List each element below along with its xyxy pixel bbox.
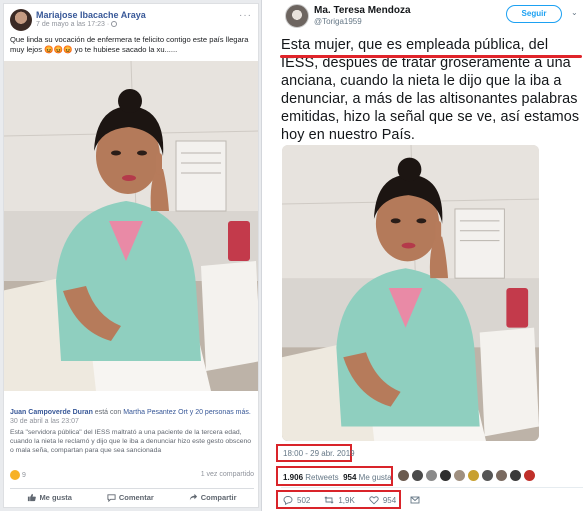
tweet-stats: 1.906 Retweets 954 Me gusta: [283, 473, 392, 482]
avatar[interactable]: [509, 469, 522, 482]
more-options-icon[interactable]: ···: [239, 10, 252, 21]
twitter-screenshot: Ma. Teresa Mendoza @Toriga1959 Seguir ⌄ …: [263, 0, 588, 511]
globe-icon: [111, 21, 118, 27]
avatar[interactable]: [495, 469, 508, 482]
avatar[interactable]: [397, 469, 410, 482]
retweets-label: Retweets: [305, 473, 339, 482]
retweets-count[interactable]: 1.906: [283, 473, 303, 482]
tagged-people[interactable]: Martha Pesantez Ort y 20 personas más.: [123, 409, 251, 416]
post-text: Que linda su vocación de enfermera te fe…: [10, 35, 249, 54]
retweet-icon: [324, 496, 334, 504]
comment-icon: [107, 494, 116, 502]
avatar[interactable]: [523, 469, 536, 482]
like-icon: [28, 493, 37, 502]
post-timestamp[interactable]: 7 de mayo a las 17:23 ·: [36, 21, 118, 28]
direct-message-button[interactable]: [410, 495, 420, 505]
tweet-text: Esta mujer, que es empleada pública, del…: [281, 37, 580, 143]
divider: [281, 487, 583, 488]
shared-with-text: está con: [92, 409, 124, 416]
tweet-author-handle[interactable]: @Toriga1959: [314, 17, 362, 26]
avatar[interactable]: [411, 469, 424, 482]
comment-button[interactable]: Comentar: [107, 493, 154, 502]
heart-icon: [369, 496, 379, 505]
reply-button[interactable]: 502: [283, 495, 310, 505]
tweet-date[interactable]: 18:00 - 29 abr. 2019: [283, 449, 355, 458]
chevron-down-icon[interactable]: ⌄: [571, 8, 578, 17]
follow-button[interactable]: Seguir: [506, 5, 562, 23]
tweet-actions: 502 1,9K 954: [283, 495, 434, 505]
share-button[interactable]: Compartir: [189, 493, 237, 502]
like-button[interactable]: 954: [369, 495, 396, 505]
post-author[interactable]: Mariajose Ibacache Araya: [36, 10, 146, 20]
facebook-screenshot: Mariajose Ibacache Araya 7 de mayo a las…: [0, 0, 262, 511]
tweet-author-name[interactable]: Ma. Teresa Mendoza: [314, 5, 411, 16]
likes-count[interactable]: 954: [343, 473, 356, 482]
post-photo[interactable]: [4, 61, 258, 391]
reactions-count[interactable]: 9: [22, 472, 26, 479]
avatar[interactable]: [467, 469, 480, 482]
shared-post-date[interactable]: 30 de abril a las 23:07: [10, 418, 254, 425]
retweet-button[interactable]: 1,9K: [324, 495, 355, 505]
avatar[interactable]: [453, 469, 466, 482]
shared-author[interactable]: Juan Campoverde Duran: [10, 409, 93, 416]
post-actions: Me gusta Comentar Compartir: [10, 488, 254, 506]
avatar[interactable]: [439, 469, 452, 482]
avatar[interactable]: [10, 9, 32, 31]
avatar[interactable]: [481, 469, 494, 482]
avatar[interactable]: [285, 4, 309, 28]
shared-post: Juan Campoverde Duran está con Martha Pe…: [10, 408, 254, 455]
facebook-post: Mariajose Ibacache Araya 7 de mayo a las…: [3, 3, 259, 508]
like-button[interactable]: Me gusta: [27, 493, 72, 502]
shares-count[interactable]: 1 vez compartido: [201, 471, 254, 478]
likes-label: Me gusta: [358, 473, 392, 482]
highlight-underline: [280, 55, 582, 58]
wow-reaction-icon[interactable]: [10, 470, 20, 480]
shared-post-text: Esta "servidora pública" del IESS maltra…: [10, 429, 252, 454]
mail-icon: [410, 496, 420, 504]
tweet-photo[interactable]: [282, 145, 539, 441]
share-icon: [189, 493, 197, 501]
reactions-bar: 9 1 vez compartido: [10, 470, 254, 482]
liker-avatars: [397, 469, 536, 482]
shared-post-header: Juan Campoverde Duran está con Martha Pe…: [10, 408, 254, 417]
avatar[interactable]: [425, 469, 438, 482]
reply-icon: [283, 496, 293, 505]
